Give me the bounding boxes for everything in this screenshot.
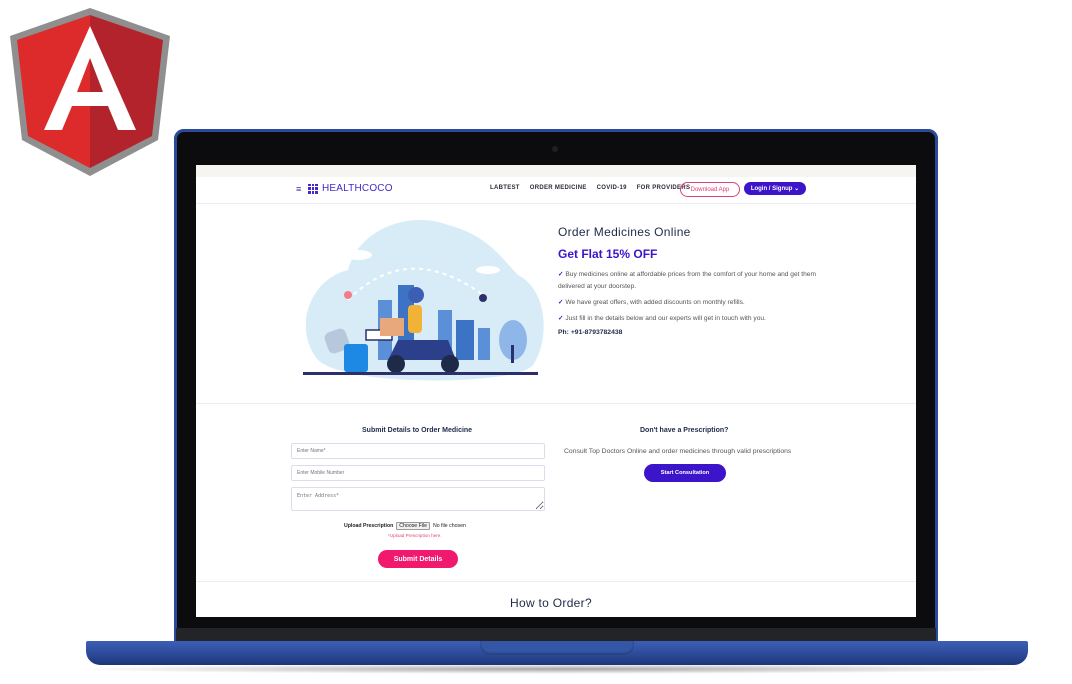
upload-label: Upload Prescription	[344, 523, 394, 529]
no-file-text: No file chosen	[432, 523, 466, 529]
hero-text: Order Medicines Online Get Flat 15% OFF …	[558, 225, 818, 336]
check-icon: ✓	[558, 271, 564, 278]
healthcoco-logo-icon	[308, 183, 318, 194]
angular-logo-icon	[10, 8, 170, 176]
section-divider	[196, 581, 916, 582]
prescription-text: Consult Top Doctors Online and order med…	[564, 448, 792, 455]
choose-file-button[interactable]: Choose File	[396, 522, 430, 530]
upload-prescription-row: Upload Prescription Choose File No file …	[344, 522, 466, 530]
delivery-scooter-illustration	[303, 220, 544, 381]
laptop-bezel	[176, 628, 936, 642]
address-textarea[interactable]	[291, 487, 545, 511]
laptop-notch	[480, 641, 634, 655]
prescription-title: Don't have a Prescription?	[640, 427, 729, 434]
hero-title: Order Medicines Online	[558, 225, 691, 239]
laptop-shadow	[66, 664, 1048, 674]
navbar: ≡ HEALTHCOCO LABTEST ORDER MEDICINE COVI…	[196, 177, 916, 204]
nav-links: LABTEST ORDER MEDICINE COVID-19 FOR PROV…	[490, 185, 690, 191]
top-strip	[196, 165, 916, 177]
hero-point: ✓ Just fill in the details below and our…	[558, 315, 766, 322]
download-app-button[interactable]: Download App	[680, 182, 740, 197]
hamburger-icon[interactable]: ≡	[296, 184, 301, 194]
login-signup-button[interactable]: Login / Signup ⌄	[744, 182, 806, 195]
upload-hint: *Upload Prescription here.	[388, 533, 442, 538]
name-input[interactable]	[291, 443, 545, 459]
phone-number: Ph: +91-8793782438	[558, 329, 623, 336]
nav-link-labtest[interactable]: LABTEST	[490, 185, 520, 191]
website-screen: ≡ HEALTHCOCO LABTEST ORDER MEDICINE COVI…	[196, 165, 916, 617]
nav-link-order-medicine[interactable]: ORDER MEDICINE	[530, 185, 587, 191]
brand-logo[interactable]: HEALTHCOCO	[308, 183, 393, 194]
start-consultation-button[interactable]: Start Consultation	[644, 464, 726, 482]
order-form-title: Submit Details to Order Medicine	[362, 427, 473, 434]
nav-link-covid[interactable]: COVID-19	[597, 185, 627, 191]
section-divider	[196, 403, 916, 404]
hero-point: ✓ Buy medicines online at affordable pri…	[558, 271, 816, 290]
submit-details-button[interactable]: Submit Details	[378, 550, 458, 568]
camera-icon	[552, 146, 558, 152]
check-icon: ✓	[558, 299, 564, 306]
mobile-input[interactable]	[291, 465, 545, 481]
brand-name: HEALTHCOCO	[322, 183, 393, 194]
offer-headline: Get Flat 15% OFF	[558, 247, 658, 261]
how-to-order-title: How to Order?	[510, 596, 592, 610]
hero-point: ✓ We have great offers, with added disco…	[558, 299, 745, 306]
check-icon: ✓	[558, 315, 564, 322]
